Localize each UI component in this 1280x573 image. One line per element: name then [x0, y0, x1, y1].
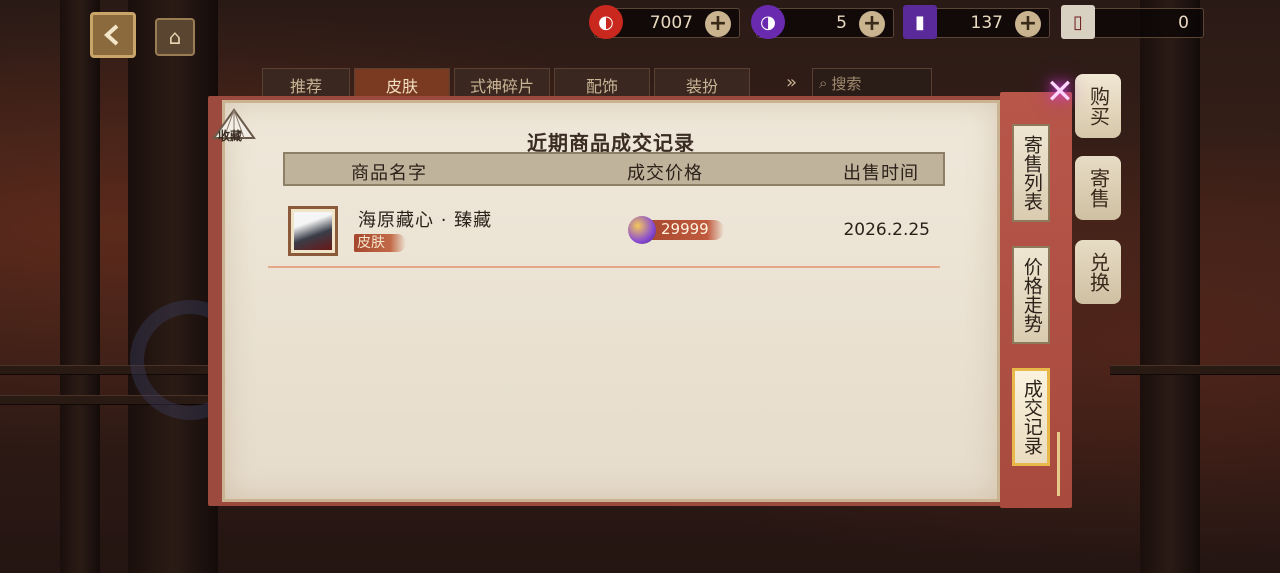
- back-button[interactable]: [90, 12, 136, 58]
- header-item-name: 商品名字: [351, 163, 427, 184]
- search-icon: ⌕: [819, 74, 828, 92]
- home-icon: ⌂: [168, 25, 182, 49]
- tab-label: 寄售列表: [1020, 135, 1043, 211]
- currency-red-magatama: ◐ 7007 +: [589, 5, 740, 39]
- side-tab-buy[interactable]: 购买: [1075, 74, 1121, 138]
- side-tab-label: 寄售: [1086, 168, 1111, 208]
- header-sale-time: 出售时间: [843, 163, 919, 184]
- pillar-left: [60, 0, 100, 573]
- currency-value: 0: [1178, 13, 1189, 33]
- add-currency-button[interactable]: +: [859, 11, 885, 37]
- add-currency-button[interactable]: +: [1015, 11, 1041, 37]
- item-thumbnail[interactable]: [288, 206, 338, 256]
- close-icon: ✕: [1045, 72, 1075, 112]
- chevron-left-icon: [104, 24, 119, 46]
- magatama-icon: [628, 216, 656, 244]
- currency-value: 5: [836, 13, 847, 33]
- currency-purple-ticket: ▮ 137 +: [903, 5, 1050, 39]
- tab-label: 价格走势: [1020, 257, 1043, 333]
- item-price: 29999: [628, 216, 724, 244]
- search-placeholder: 搜索: [831, 74, 862, 93]
- currency-value: 7007: [649, 13, 693, 33]
- price-value: 29999: [661, 220, 709, 238]
- add-currency-button[interactable]: +: [705, 11, 731, 37]
- header-price: 成交价格: [627, 163, 703, 184]
- pillar-right: [1140, 0, 1200, 573]
- item-name: 海原藏心 · 臻藏: [358, 210, 493, 231]
- close-button[interactable]: ✕: [1040, 72, 1080, 112]
- more-tabs-icon[interactable]: »: [786, 72, 797, 93]
- rail-right: [1110, 365, 1280, 375]
- side-tab-label: 购买: [1086, 86, 1111, 126]
- side-tab-label: 兑换: [1086, 252, 1111, 292]
- white-ticket-icon: ▯: [1061, 5, 1095, 39]
- favorite-label: 收藏: [218, 129, 243, 143]
- pillar-left-2: [128, 0, 218, 573]
- table-row[interactable]: 海原藏心 · 臻藏 皮肤 29999 2026.2.25: [268, 196, 940, 268]
- tab-price-trend[interactable]: 价格走势: [1012, 246, 1050, 344]
- tab-trade-records[interactable]: 成交记录: [1012, 368, 1050, 466]
- red-magatama-icon: ◐: [589, 5, 623, 39]
- purple-ticket-icon: ▮: [903, 5, 937, 39]
- tab-consignment-list[interactable]: 寄售列表: [1012, 124, 1050, 222]
- tab-label: 成交记录: [1020, 379, 1043, 455]
- search-input[interactable]: ⌕ 搜索: [812, 68, 932, 98]
- item-type-badge: 皮肤: [354, 234, 406, 252]
- scrollbar[interactable]: [1057, 432, 1060, 496]
- side-tab-consign[interactable]: 寄售: [1075, 156, 1121, 220]
- currency-purple-magatama: ◑ 5 +: [751, 5, 894, 39]
- home-button[interactable]: ⌂: [155, 18, 195, 56]
- currency-white-ticket: ▯ 0: [1061, 5, 1204, 39]
- sale-time: 2026.2.25: [843, 220, 930, 240]
- currency-value: 137: [970, 13, 1003, 33]
- side-tab-exchange[interactable]: 兑换: [1075, 240, 1121, 304]
- purple-magatama-icon: ◑: [751, 5, 785, 39]
- table-header: 商品名字 成交价格 出售时间: [283, 152, 945, 186]
